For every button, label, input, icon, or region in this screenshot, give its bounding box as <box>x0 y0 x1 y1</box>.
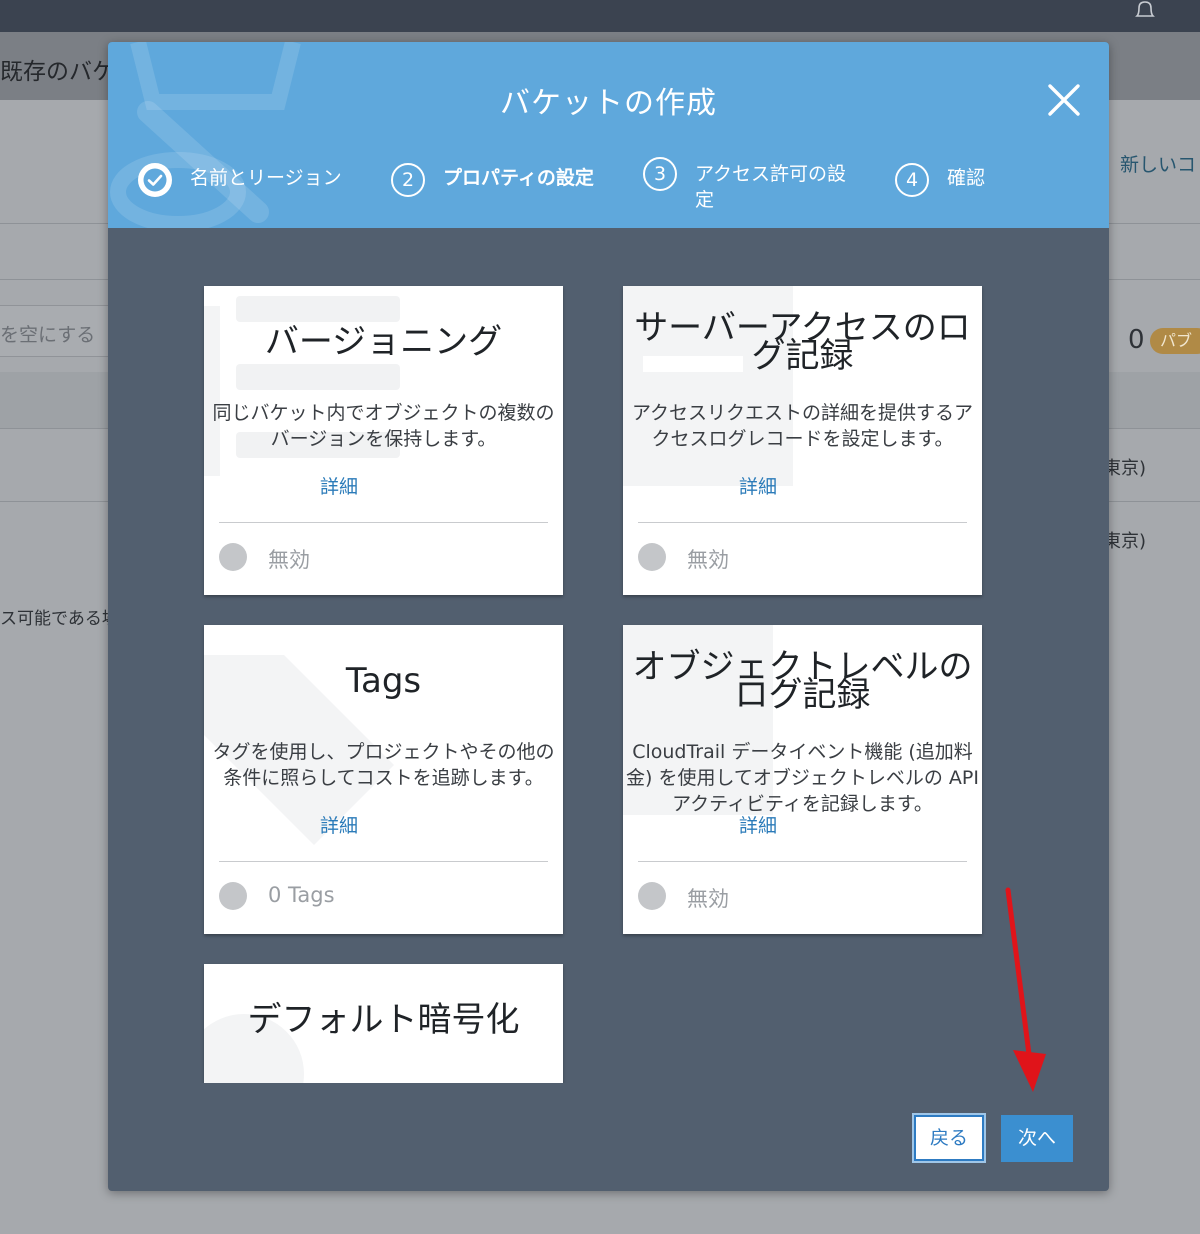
card-title: バージョニング <box>264 322 503 362</box>
card-title: デフォルト暗号化 <box>247 1000 520 1040</box>
close-icon[interactable] <box>1046 82 1082 118</box>
card-title: サーバーアクセスのログ記録 <box>634 308 971 376</box>
details-link[interactable]: 詳細 <box>320 472 358 499</box>
dialog-title: バケットの作成 <box>500 86 717 121</box>
step-number-circle: 3 <box>643 157 677 191</box>
card-divider <box>219 861 548 862</box>
card-divider <box>219 522 548 523</box>
card-status: 無効 <box>687 548 729 572</box>
default-encryption-card[interactable]: デフォルト暗号化 <box>204 964 563 1083</box>
step-review: 4 確認 <box>895 163 985 197</box>
object-level-logging-card[interactable]: オブジェクトレベルのログ記録 CloudTrail データイベント機能 (追加料… <box>623 625 982 934</box>
card-title: Tags <box>345 661 422 701</box>
step-label: アクセス許可の設定 <box>695 163 847 211</box>
card-title: オブジェクトレベルのログ記録 <box>632 647 973 715</box>
card-status: 無効 <box>268 548 310 572</box>
background-count: 0 <box>1128 325 1145 355</box>
step-label-active: プロパティの設定 <box>443 167 594 189</box>
background-new-link: 新しいコ <box>1120 154 1197 176</box>
step-name-region: 名前とリージョン <box>138 163 342 197</box>
card-description: タグを使用し、プロジェクトやその他の条件に照らしてコストを追跡します。 <box>212 741 555 789</box>
background-empty-button: を空にする <box>0 305 111 357</box>
card-status: 0 Tags <box>268 883 335 907</box>
top-nav-bar <box>0 0 1200 32</box>
card-divider <box>638 522 967 523</box>
create-bucket-dialog: バケットの作成 名前とリージョン 2 プロパティの設定 3 アクセス許可の設定 … <box>108 42 1109 1191</box>
card-description: 同じバケット内でオブジェクトの複数のバージョンを保持します。 <box>212 402 555 450</box>
step-permissions: 3 アクセス許可の設定 <box>643 157 863 213</box>
status-indicator[interactable] <box>219 543 247 571</box>
step-properties: 2 プロパティの設定 <box>391 163 594 197</box>
bell-icon[interactable] <box>1132 0 1158 18</box>
background-region: 東京) <box>1103 458 1147 479</box>
next-button[interactable]: 次へ <box>1001 1115 1073 1162</box>
background-public-badge: パブ <box>1150 328 1200 354</box>
check-icon <box>143 168 167 192</box>
server-access-logging-card[interactable]: サーバーアクセスのログ記録 アクセスリクエストの詳細を提供するアクセスログレコー… <box>623 286 982 595</box>
details-link[interactable]: 詳細 <box>320 811 358 838</box>
dialog-header: バケットの作成 名前とリージョン 2 プロパティの設定 3 アクセス許可の設定 … <box>108 42 1109 228</box>
card-divider <box>638 861 967 862</box>
card-description: CloudTrail データイベント機能 (追加料金) を使用してオブジェクトレ… <box>626 741 979 815</box>
bucket-decoration-icon <box>110 42 301 228</box>
details-link[interactable]: 詳細 <box>739 472 777 499</box>
tags-card[interactable]: Tags タグを使用し、プロジェクトやその他の条件に照らしてコストを追跡します。… <box>204 625 563 934</box>
background-note: ス可能である場 <box>0 609 119 629</box>
step-label: 名前とリージョン <box>190 167 342 189</box>
step-label: 確認 <box>947 167 986 189</box>
step-number-circle: 2 <box>391 163 425 197</box>
details-link[interactable]: 詳細 <box>739 811 777 838</box>
step-number-circle: 4 <box>895 163 929 197</box>
status-indicator[interactable] <box>638 882 666 910</box>
properties-card-grid: バージョニング 同じバケット内でオブジェクトの複数のバージョンを保持します。 詳… <box>108 228 1109 1083</box>
step-completed-circle <box>138 163 172 197</box>
status-indicator[interactable] <box>638 543 666 571</box>
background-empty-label: を空にする <box>0 324 96 346</box>
versioning-card[interactable]: バージョニング 同じバケット内でオブジェクトの複数のバージョンを保持します。 詳… <box>204 286 563 595</box>
card-status: 無効 <box>687 887 729 911</box>
card-description: アクセスリクエストの詳細を提供するアクセスログレコードを設定します。 <box>631 402 974 450</box>
status-indicator[interactable] <box>219 882 247 910</box>
background-region: 東京) <box>1103 531 1147 552</box>
back-button[interactable]: 戻る <box>914 1115 984 1161</box>
